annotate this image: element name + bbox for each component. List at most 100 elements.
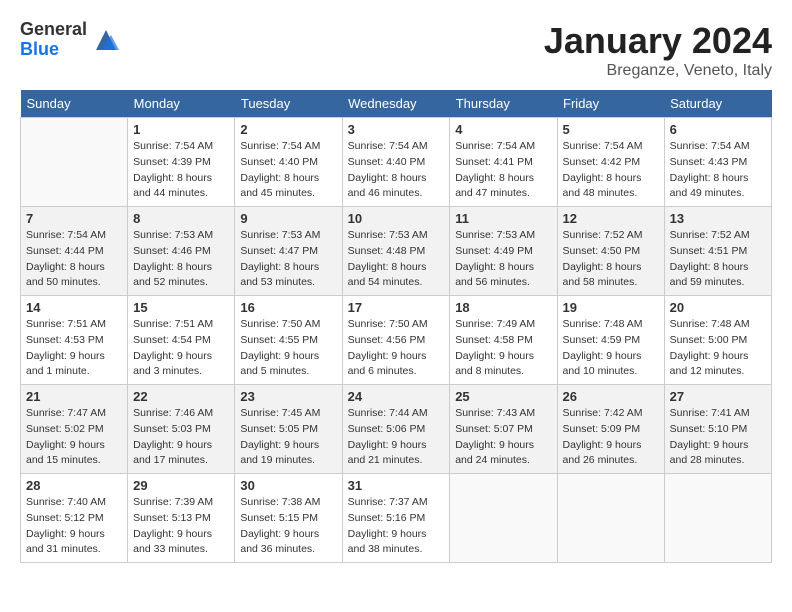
week-row-3: 14 Sunrise: 7:51 AM Sunset: 4:53 PM Dayli… xyxy=(21,296,772,385)
day-number: 17 xyxy=(348,300,445,315)
day-number: 4 xyxy=(455,122,551,137)
calendar-cell: 30Sunrise: 7:38 AM Sunset: 5:15 PM Dayli… xyxy=(235,474,342,563)
day-number: 27 xyxy=(670,389,766,404)
day-info: Sunrise: 7:51 AM Sunset: 4:53 PM Dayligh… xyxy=(26,317,122,380)
day-info: Sunrise: 7:54 AM Sunset: 4:43 PM Dayligh… xyxy=(670,139,766,202)
day-info: Sunrise: 7:53 AM Sunset: 4:48 PM Dayligh… xyxy=(348,228,445,291)
day-number: 8 xyxy=(133,211,229,226)
day-info: Sunrise: 7:41 AM Sunset: 5:10 PM Dayligh… xyxy=(670,406,766,469)
page-header: General Blue January 2024 Breganze, Vene… xyxy=(20,20,772,80)
calendar-cell: 10 Sunrise: 7:53 AM Sunset: 4:48 PM Dayli… xyxy=(342,207,450,296)
day-info: Sunrise: 7:44 AM Sunset: 5:06 PM Dayligh… xyxy=(348,406,445,469)
calendar-cell: 28 Sunrise: 7:40 AM Sunset: 5:12 PM Dayli… xyxy=(21,474,128,563)
calendar-cell: 20 Sunrise: 7:48 AM Sunset: 5:00 PM Dayli… xyxy=(664,296,771,385)
day-info: Sunrise: 7:38 AM Sunset: 5:15 PM Dayligh… xyxy=(240,495,336,558)
day-number: 10 xyxy=(348,211,445,226)
day-info: Sunrise: 7:46 AM Sunset: 5:03 PM Dayligh… xyxy=(133,406,229,469)
calendar-cell: 8 Sunrise: 7:53 AM Sunset: 4:46 PM Daylig… xyxy=(128,207,235,296)
day-info: Sunrise: 7:45 AM Sunset: 5:05 PM Dayligh… xyxy=(240,406,336,469)
day-number: 6 xyxy=(670,122,766,137)
day-number: 15 xyxy=(133,300,229,315)
week-row-4: 21Sunrise: 7:47 AM Sunset: 5:02 PM Dayli… xyxy=(21,385,772,474)
title-block: January 2024 Breganze, Veneto, Italy xyxy=(544,20,772,80)
day-number: 5 xyxy=(563,122,659,137)
day-number: 28 xyxy=(26,478,122,493)
column-header-tuesday: Tuesday xyxy=(235,90,342,118)
column-header-thursday: Thursday xyxy=(450,90,557,118)
calendar-cell xyxy=(664,474,771,563)
week-row-5: 28 Sunrise: 7:40 AM Sunset: 5:12 PM Dayli… xyxy=(21,474,772,563)
day-info: Sunrise: 7:52 AM Sunset: 4:50 PM Dayligh… xyxy=(563,228,659,291)
day-info: Sunrise: 7:42 AM Sunset: 5:09 PM Dayligh… xyxy=(563,406,659,469)
day-info: Sunrise: 7:40 AM Sunset: 5:12 PM Dayligh… xyxy=(26,495,122,558)
calendar-cell: 4Sunrise: 7:54 AM Sunset: 4:41 PM Daylig… xyxy=(450,118,557,207)
location: Breganze, Veneto, Italy xyxy=(544,62,772,80)
day-number: 20 xyxy=(670,300,766,315)
calendar-cell: 22 Sunrise: 7:46 AM Sunset: 5:03 PM Dayli… xyxy=(128,385,235,474)
day-info: Sunrise: 7:47 AM Sunset: 5:02 PM Dayligh… xyxy=(26,406,122,469)
calendar-cell: 27 Sunrise: 7:41 AM Sunset: 5:10 PM Dayli… xyxy=(664,385,771,474)
day-number: 31 xyxy=(348,478,445,493)
day-info: Sunrise: 7:52 AM Sunset: 4:51 PM Dayligh… xyxy=(670,228,766,291)
calendar-cell: 15 Sunrise: 7:51 AM Sunset: 4:54 PM Dayli… xyxy=(128,296,235,385)
calendar-cell: 9 Sunrise: 7:53 AM Sunset: 4:47 PM Daylig… xyxy=(235,207,342,296)
day-number: 25 xyxy=(455,389,551,404)
day-info: Sunrise: 7:51 AM Sunset: 4:54 PM Dayligh… xyxy=(133,317,229,380)
calendar-cell: 26 Sunrise: 7:42 AM Sunset: 5:09 PM Dayli… xyxy=(557,385,664,474)
day-number: 12 xyxy=(563,211,659,226)
day-number: 3 xyxy=(348,122,445,137)
calendar-cell: 14 Sunrise: 7:51 AM Sunset: 4:53 PM Dayli… xyxy=(21,296,128,385)
calendar-cell: 16 Sunrise: 7:50 AM Sunset: 4:55 PM Dayli… xyxy=(235,296,342,385)
day-info: Sunrise: 7:39 AM Sunset: 5:13 PM Dayligh… xyxy=(133,495,229,558)
day-number: 19 xyxy=(563,300,659,315)
day-info: Sunrise: 7:54 AM Sunset: 4:42 PM Dayligh… xyxy=(563,139,659,202)
day-number: 16 xyxy=(240,300,336,315)
calendar-cell: 21Sunrise: 7:47 AM Sunset: 5:02 PM Dayli… xyxy=(21,385,128,474)
calendar-cell xyxy=(21,118,128,207)
day-number: 18 xyxy=(455,300,551,315)
day-info: Sunrise: 7:37 AM Sunset: 5:16 PM Dayligh… xyxy=(348,495,445,558)
day-info: Sunrise: 7:50 AM Sunset: 4:55 PM Dayligh… xyxy=(240,317,336,380)
day-info: Sunrise: 7:53 AM Sunset: 4:47 PM Dayligh… xyxy=(240,228,336,291)
calendar-cell: 2 Sunrise: 7:54 AM Sunset: 4:40 PM Daylig… xyxy=(235,118,342,207)
logo-general-text: General xyxy=(20,20,87,40)
day-info: Sunrise: 7:54 AM Sunset: 4:40 PM Dayligh… xyxy=(240,139,336,202)
day-info: Sunrise: 7:53 AM Sunset: 4:49 PM Dayligh… xyxy=(455,228,551,291)
calendar-cell: 13Sunrise: 7:52 AM Sunset: 4:51 PM Dayli… xyxy=(664,207,771,296)
day-info: Sunrise: 7:48 AM Sunset: 4:59 PM Dayligh… xyxy=(563,317,659,380)
day-info: Sunrise: 7:43 AM Sunset: 5:07 PM Dayligh… xyxy=(455,406,551,469)
day-number: 22 xyxy=(133,389,229,404)
day-info: Sunrise: 7:54 AM Sunset: 4:44 PM Dayligh… xyxy=(26,228,122,291)
calendar-cell: 7Sunrise: 7:54 AM Sunset: 4:44 PM Daylig… xyxy=(21,207,128,296)
day-info: Sunrise: 7:53 AM Sunset: 4:46 PM Dayligh… xyxy=(133,228,229,291)
day-number: 9 xyxy=(240,211,336,226)
column-header-saturday: Saturday xyxy=(664,90,771,118)
day-info: Sunrise: 7:50 AM Sunset: 4:56 PM Dayligh… xyxy=(348,317,445,380)
column-header-wednesday: Wednesday xyxy=(342,90,450,118)
week-row-1: 1Sunrise: 7:54 AM Sunset: 4:39 PM Daylig… xyxy=(21,118,772,207)
column-header-friday: Friday xyxy=(557,90,664,118)
day-number: 29 xyxy=(133,478,229,493)
day-number: 26 xyxy=(563,389,659,404)
calendar-cell: 23 Sunrise: 7:45 AM Sunset: 5:05 PM Dayli… xyxy=(235,385,342,474)
calendar-cell: 29 Sunrise: 7:39 AM Sunset: 5:13 PM Dayli… xyxy=(128,474,235,563)
calendar-cell: 11 Sunrise: 7:53 AM Sunset: 4:49 PM Dayli… xyxy=(450,207,557,296)
logo: General Blue xyxy=(20,20,121,60)
day-number: 11 xyxy=(455,211,551,226)
logo-icon xyxy=(91,25,121,55)
calendar-cell: 31 Sunrise: 7:37 AM Sunset: 5:16 PM Dayli… xyxy=(342,474,450,563)
calendar-cell: 12 Sunrise: 7:52 AM Sunset: 4:50 PM Dayli… xyxy=(557,207,664,296)
calendar-cell: 1Sunrise: 7:54 AM Sunset: 4:39 PM Daylig… xyxy=(128,118,235,207)
day-number: 2 xyxy=(240,122,336,137)
calendar-cell: 17 Sunrise: 7:50 AM Sunset: 4:56 PM Dayli… xyxy=(342,296,450,385)
day-number: 14 xyxy=(26,300,122,315)
day-info: Sunrise: 7:48 AM Sunset: 5:00 PM Dayligh… xyxy=(670,317,766,380)
column-header-monday: Monday xyxy=(128,90,235,118)
calendar-cell: 25 Sunrise: 7:43 AM Sunset: 5:07 PM Dayli… xyxy=(450,385,557,474)
week-row-2: 7Sunrise: 7:54 AM Sunset: 4:44 PM Daylig… xyxy=(21,207,772,296)
day-number: 23 xyxy=(240,389,336,404)
month-year: January 2024 xyxy=(544,20,772,62)
calendar-cell: 18Sunrise: 7:49 AM Sunset: 4:58 PM Dayli… xyxy=(450,296,557,385)
day-number: 1 xyxy=(133,122,229,137)
logo-blue-text: Blue xyxy=(20,40,87,60)
